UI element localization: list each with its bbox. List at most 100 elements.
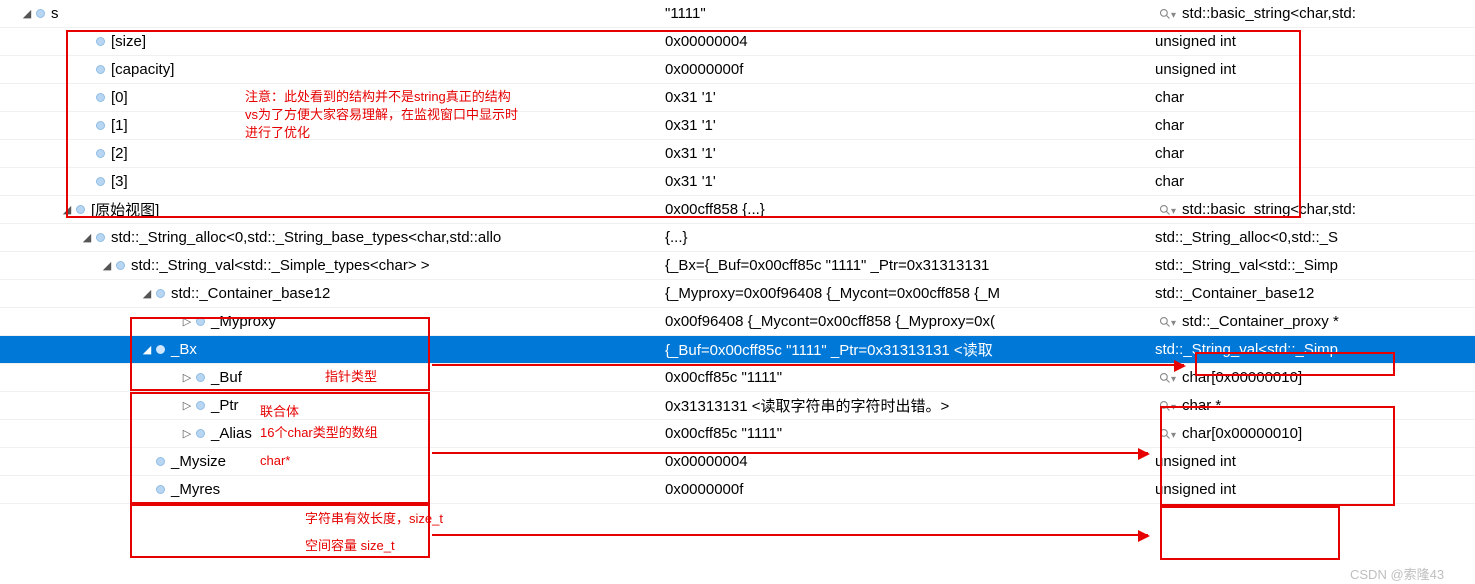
- tree-row[interactable]: ▷ _Myproxy 0x00f96408 {_Mycont=0x00cff858 …: [0, 308, 1475, 336]
- expander-none: [80, 63, 94, 77]
- row-name: _Myres: [171, 481, 220, 498]
- row-name: [size]: [111, 33, 146, 50]
- tree-row[interactable]: ◢[原始视图]0x00cff858 {...}▾std::basic_strin…: [0, 196, 1475, 224]
- row-value: 0x31 '1': [665, 89, 716, 106]
- variable-icon: [116, 261, 125, 270]
- annot-mysize: 字符串有效长度，size_t: [305, 510, 443, 528]
- tree-row[interactable]: [2] 0x31 '1' char: [0, 140, 1475, 168]
- expander-open-icon[interactable]: ◢: [140, 287, 154, 301]
- expander-closed-icon[interactable]: ▷: [180, 371, 194, 385]
- variable-icon: [156, 345, 165, 354]
- row-type: std::_Container_proxy *: [1182, 313, 1339, 330]
- variable-icon: [96, 233, 105, 242]
- row-name: std::_String_alloc<0,std::_String_base_t…: [111, 229, 501, 246]
- redbox-mysize-myres: [130, 504, 430, 558]
- row-name: [原始视图]: [91, 199, 159, 220]
- tree-row[interactable]: [1]0x31 '1'char: [0, 112, 1475, 140]
- row-type: char: [1155, 173, 1184, 190]
- row-type: char: [1155, 89, 1184, 106]
- row-type: unsigned int: [1155, 481, 1236, 498]
- chevron-down-icon[interactable]: ▾: [1171, 10, 1176, 21]
- tree-row[interactable]: ◢ s "1111" ▾ std::basic_string<char,std:: [0, 0, 1475, 28]
- row-name: _Alias: [211, 425, 252, 442]
- row-type: std::_String_val<std::_Simp: [1155, 341, 1338, 358]
- watermark: CSDN @索隆43: [1350, 564, 1444, 583]
- expander-open-icon[interactable]: ◢: [140, 343, 154, 357]
- row-name: s: [51, 5, 59, 22]
- tree-row[interactable]: ◢_Bx{_Buf=0x00cff85c "1111" _Ptr=0x31313…: [0, 336, 1475, 364]
- row-type: char: [1155, 145, 1184, 162]
- variable-icon: [96, 93, 105, 102]
- row-name: [0]: [111, 89, 128, 106]
- row-value: "1111": [665, 5, 706, 22]
- row-type: std::_String_val<std::_Simp: [1155, 257, 1338, 274]
- row-name: std::_Container_base12: [171, 285, 330, 302]
- watch-tree[interactable]: ◢s"1111"▾std::basic_string<char,std:[siz…: [0, 0, 1475, 504]
- tree-row[interactable]: [3] 0x31 '1' char: [0, 168, 1475, 196]
- expander-open-icon[interactable]: ◢: [20, 7, 34, 21]
- row-name: _Mysize: [171, 453, 226, 470]
- expander-closed-icon[interactable]: ▷: [180, 399, 194, 413]
- row-value: 0x00cff85c "1111": [665, 425, 782, 442]
- expander-closed-icon[interactable]: ▷: [180, 427, 194, 441]
- tree-row[interactable]: ▷ _Alias 0x00cff85c "1111" ▾ char[0x00000010…: [0, 420, 1475, 448]
- row-type: char: [1155, 117, 1184, 134]
- chevron-down-icon[interactable]: ▾: [1171, 318, 1176, 329]
- arrow-mysize: [432, 534, 1148, 536]
- row-type: std::_String_alloc<0,std::_S: [1155, 229, 1338, 246]
- row-value: 0x00cff85c "1111": [665, 369, 782, 386]
- row-value: {...}: [665, 229, 688, 246]
- expander-none: [80, 175, 94, 189]
- row-value: 0x31 '1': [665, 173, 716, 190]
- variable-icon: [96, 37, 105, 46]
- row-value: {_Buf=0x00cff85c "1111" _Ptr=0x31313131 …: [665, 342, 993, 359]
- variable-icon: [96, 121, 105, 130]
- row-value: 0x00000004: [665, 33, 748, 50]
- row-type: char[0x00000010]: [1182, 369, 1302, 386]
- row-type: std::_Container_base12: [1155, 285, 1314, 302]
- row-type: char *: [1182, 397, 1221, 414]
- expander-none: [80, 119, 94, 133]
- row-type: std::basic_string<char,std:: [1182, 5, 1356, 22]
- chevron-down-icon[interactable]: ▾: [1171, 402, 1176, 413]
- row-value: 0x00f96408 {_Mycont=0x00cff858 {_Myproxy…: [665, 313, 995, 330]
- row-value: {_Bx={_Buf=0x00cff85c "1111" _Ptr=0x3131…: [665, 257, 989, 274]
- tree-row[interactable]: [0] 0x31 '1' char: [0, 84, 1475, 112]
- row-name: [2]: [111, 145, 128, 162]
- expander-none: [80, 35, 94, 49]
- expander-closed-icon[interactable]: ▷: [180, 315, 194, 329]
- row-name: [3]: [111, 173, 128, 190]
- tree-row[interactable]: _Mysize0x00000004unsigned int: [0, 448, 1475, 476]
- tree-row[interactable]: ◢ std::_String_alloc<0,std::_String_base_…: [0, 224, 1475, 252]
- row-type: char[0x00000010]: [1182, 425, 1302, 442]
- variable-icon: [196, 429, 205, 438]
- expander-open-icon[interactable]: ◢: [80, 231, 94, 245]
- row-name: [capacity]: [111, 61, 174, 78]
- row-value: 0x31 '1': [665, 117, 716, 134]
- expander-open-icon[interactable]: ◢: [60, 203, 74, 217]
- tree-row[interactable]: ◢std::_Container_base12{_Myproxy=0x00f96…: [0, 280, 1475, 308]
- row-value: 0x31313131 <读取字符串的字符时出错。>: [665, 398, 949, 415]
- row-name: std::_String_val<std::_Simple_types<char…: [131, 257, 430, 274]
- tree-row[interactable]: ◢ std::_String_val<std::_Simple_types<cha…: [0, 252, 1475, 280]
- row-value: 0x31 '1': [665, 145, 716, 162]
- chevron-down-icon[interactable]: ▾: [1171, 374, 1176, 385]
- tree-row[interactable]: [size]0x00000004unsigned int: [0, 28, 1475, 56]
- variable-icon: [196, 373, 205, 382]
- expander-none: [140, 455, 154, 469]
- expander-open-icon[interactable]: ◢: [100, 259, 114, 273]
- variable-icon: [156, 457, 165, 466]
- tree-row[interactable]: [capacity]0x0000000funsigned int: [0, 56, 1475, 84]
- tree-row[interactable]: ▷_Ptr0x31313131 <读取字符串的字符时出错。>▾char *: [0, 392, 1475, 420]
- variable-icon: [196, 317, 205, 326]
- variable-icon: [76, 205, 85, 214]
- chevron-down-icon[interactable]: ▾: [1171, 206, 1176, 217]
- redbox-unsigned-int: [1160, 506, 1340, 560]
- row-name: _Myproxy: [211, 313, 276, 330]
- variable-icon: [156, 289, 165, 298]
- tree-row[interactable]: _Myres0x0000000funsigned int: [0, 476, 1475, 504]
- chevron-down-icon[interactable]: ▾: [1171, 430, 1176, 441]
- variable-icon: [156, 485, 165, 494]
- tree-row[interactable]: ▷ _Buf 0x00cff85c "1111" ▾ char[0x00000010]: [0, 364, 1475, 392]
- row-name: _Buf: [211, 369, 242, 386]
